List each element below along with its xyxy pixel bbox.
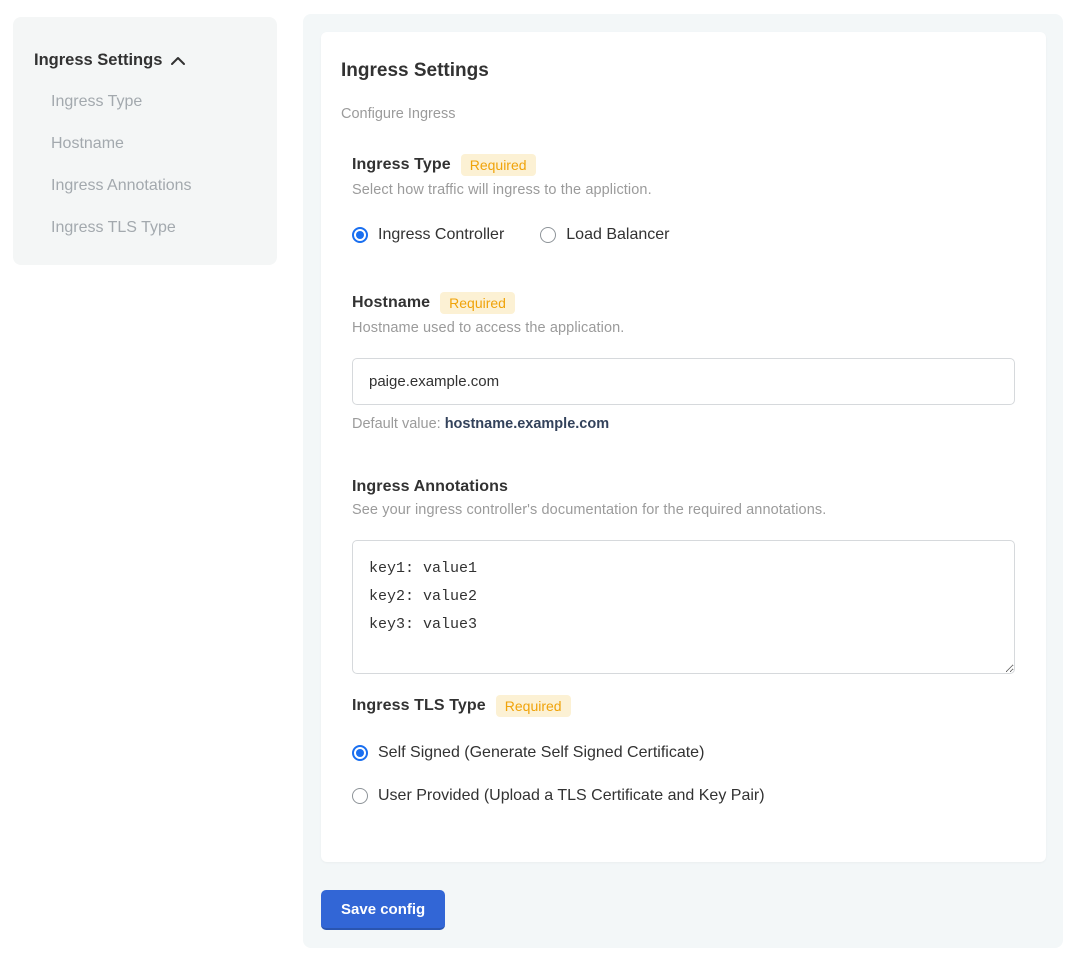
radio-label: Ingress Controller [378, 226, 504, 244]
ingress-settings-card: Ingress Settings Configure Ingress Ingre… [321, 32, 1046, 862]
hostname-default-line: Default value: hostname.example.com [352, 416, 1016, 432]
field-ingress-tls-type: Ingress TLS Type Required Self Signed (G… [352, 695, 1016, 805]
radio-label: Self Signed (Generate Self Signed Certif… [378, 744, 704, 762]
default-value-text: hostname.example.com [445, 416, 609, 432]
field-ingress-type: Ingress Type Required Select how traffic… [352, 154, 1016, 244]
sidebar-item-ingress-type[interactable]: Ingress Type [34, 81, 257, 123]
ingress-type-label: Ingress Type [352, 156, 451, 174]
config-panel: Ingress Settings Configure Ingress Ingre… [303, 14, 1063, 948]
ingress-annotations-textarea[interactable]: key1: value1 key2: value2 key3: value3 [352, 540, 1015, 674]
chevron-up-icon [170, 55, 186, 67]
default-value-prefix: Default value: [352, 416, 441, 432]
hostname-input[interactable] [352, 358, 1015, 405]
ingress-tls-type-label: Ingress TLS Type [352, 697, 486, 715]
sidebar-item-ingress-tls-type[interactable]: Ingress TLS Type [34, 207, 257, 249]
radio-load-balancer[interactable] [540, 227, 556, 243]
config-nav-sidebar: Ingress Settings Ingress Type Hostname I… [13, 17, 277, 265]
ingress-tls-type-radio-group: Self Signed (Generate Self Signed Certif… [352, 744, 1016, 805]
ingress-annotations-label: Ingress Annotations [352, 478, 508, 496]
radio-self-signed[interactable] [352, 745, 368, 761]
sidebar-group-title: Ingress Settings [34, 51, 162, 70]
radio-label: User Provided (Upload a TLS Certificate … [378, 787, 765, 805]
ingress-type-radio-group: Ingress Controller Load Balancer [352, 226, 1016, 244]
required-badge: Required [440, 292, 515, 314]
required-badge: Required [461, 154, 536, 176]
sidebar-group-ingress-settings[interactable]: Ingress Settings [34, 39, 257, 81]
field-hostname: Hostname Required Hostname used to acces… [352, 292, 1016, 478]
radio-user-provided[interactable] [352, 788, 368, 804]
radio-option-load-balancer[interactable]: Load Balancer [540, 226, 669, 244]
sidebar-item-hostname[interactable]: Hostname [34, 123, 257, 165]
sidebar-item-ingress-annotations[interactable]: Ingress Annotations [34, 165, 257, 207]
hostname-help: Hostname used to access the application. [352, 320, 1016, 336]
save-config-button[interactable]: Save config [321, 890, 445, 930]
required-badge: Required [496, 695, 571, 717]
page-subtitle: Configure Ingress [341, 106, 1016, 122]
radio-option-ingress-controller[interactable]: Ingress Controller [352, 226, 504, 244]
radio-option-self-signed[interactable]: Self Signed (Generate Self Signed Certif… [352, 744, 1016, 762]
ingress-annotations-help: See your ingress controller's documentat… [352, 502, 1016, 518]
hostname-label: Hostname [352, 294, 430, 312]
radio-option-user-provided[interactable]: User Provided (Upload a TLS Certificate … [352, 787, 1016, 805]
page-title: Ingress Settings [341, 60, 1016, 82]
radio-label: Load Balancer [566, 226, 669, 244]
field-ingress-annotations: Ingress Annotations See your ingress con… [352, 478, 1016, 695]
radio-ingress-controller[interactable] [352, 227, 368, 243]
ingress-type-help: Select how traffic will ingress to the a… [352, 182, 1016, 198]
